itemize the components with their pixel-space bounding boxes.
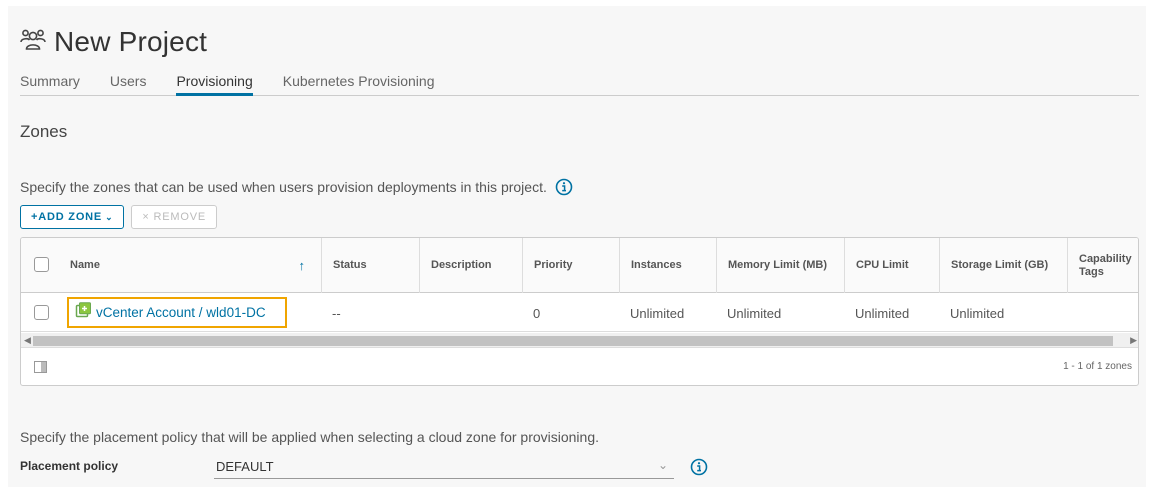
zones-heading: Zones — [20, 122, 68, 141]
zone-storage-limit: Unlimited — [950, 305, 1005, 321]
placement-policy-value: DEFAULT — [216, 459, 274, 474]
column-name-label: Name — [70, 259, 100, 271]
scroll-thumb[interactable] — [33, 336, 1113, 346]
column-header-cpu-limit[interactable]: CPU Limit — [844, 238, 939, 293]
placement-description: Specify the placement policy that will b… — [20, 429, 600, 445]
placement-policy-label: Placement policy — [20, 459, 119, 473]
table-header: Name ↑ Status Description Priority Insta… — [21, 238, 1138, 293]
sort-ascending-icon[interactable]: ↑ — [299, 259, 306, 272]
zone-icon — [75, 302, 91, 323]
datagrid-footer: 1 - 1 of 1 zones — [21, 349, 1138, 385]
row-checkbox[interactable] — [34, 305, 49, 320]
chevron-down-icon: ⌄ — [105, 211, 114, 222]
placement-info-icon[interactable] — [690, 458, 708, 476]
select-all-checkbox[interactable] — [34, 257, 49, 272]
zone-instances: Unlimited — [630, 305, 685, 321]
tab-bar: Summary Users Provisioning Kubernetes Pr… — [20, 68, 1139, 96]
zones-description: Specify the zones that can be used when … — [20, 179, 547, 195]
chevron-down-icon: ⌄ — [657, 458, 668, 472]
remove-button[interactable]: × REMOVE — [131, 205, 217, 229]
placement-policy-select[interactable]: DEFAULT ⌄ — [214, 455, 674, 479]
tab-summary[interactable]: Summary — [20, 68, 80, 96]
zone-description — [419, 294, 522, 332]
pagination-text: 1 - 1 of 1 zones — [1063, 361, 1132, 372]
zone-priority: 0 — [533, 305, 541, 321]
tab-kubernetes-provisioning[interactable]: Kubernetes Provisioning — [283, 68, 435, 96]
zone-name-cell[interactable]: vCenter Account / wld01-DC — [67, 297, 287, 328]
horizontal-scrollbar[interactable]: ◀ ▶ — [21, 333, 1138, 348]
tab-provisioning[interactable]: Provisioning — [176, 68, 253, 96]
add-zone-label: +ADD ZONE — [31, 211, 103, 223]
column-toggle-icon[interactable] — [34, 361, 47, 373]
table-row[interactable]: vCenter Account / wld01-DC -- 0 Unlimite… — [21, 294, 1138, 332]
add-zone-button[interactable]: +ADD ZONE ⌄ — [20, 205, 125, 229]
project-page: New Project Summary Users Provisioning K… — [8, 6, 1146, 487]
zones-description-row: Specify the zones that can be used when … — [20, 178, 573, 196]
column-header-status[interactable]: Status — [321, 238, 419, 293]
users-group-icon — [20, 27, 46, 58]
column-header-priority[interactable]: Priority — [522, 238, 619, 293]
column-header-capability-tags[interactable]: Capability Tags — [1067, 238, 1138, 293]
scroll-left-icon[interactable]: ◀ — [24, 335, 31, 346]
column-header-instances[interactable]: Instances — [619, 238, 716, 293]
zone-cpu-limit: Unlimited — [855, 305, 910, 321]
zone-actions: +ADD ZONE ⌄ × REMOVE — [20, 205, 217, 229]
zone-memory-limit: Unlimited — [727, 305, 782, 321]
info-icon[interactable] — [555, 178, 573, 196]
page-title: New Project — [54, 26, 208, 57]
zone-name-link[interactable]: vCenter Account / wld01-DC — [96, 305, 266, 320]
page-header: New Project — [20, 26, 207, 58]
scroll-right-icon[interactable]: ▶ — [1130, 335, 1137, 346]
column-header-storage-limit[interactable]: Storage Limit (GB) — [939, 238, 1067, 293]
tab-users[interactable]: Users — [110, 68, 147, 96]
column-header-description[interactable]: Description — [419, 238, 522, 293]
column-header-name[interactable]: Name ↑ — [59, 238, 321, 293]
zone-status: -- — [332, 305, 341, 321]
column-header-memory-limit[interactable]: Memory Limit (MB) — [716, 238, 844, 293]
zones-datagrid: Name ↑ Status Description Priority Insta… — [20, 237, 1139, 386]
zone-capability-tags — [1067, 294, 1138, 332]
